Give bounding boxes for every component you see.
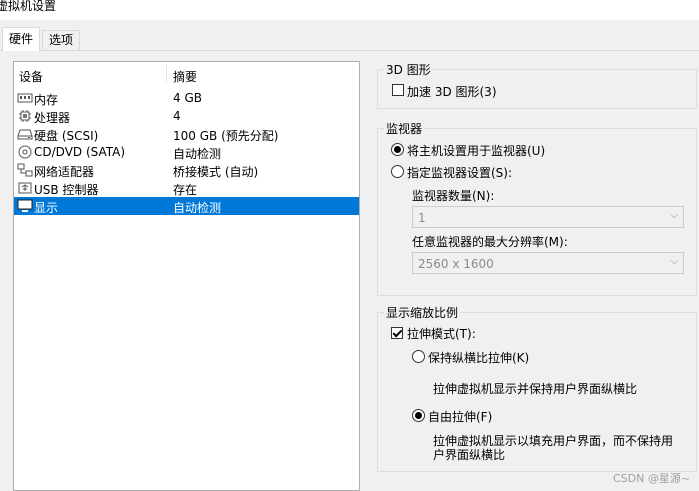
device-summary: 4 (173, 109, 181, 123)
free-stretch-description-line-2: 户界面纵横比 (433, 448, 506, 462)
device-summary: 4 GB (173, 91, 202, 105)
tab-hardware[interactable]: 硬件 (2, 27, 41, 51)
specify-monitor-settings-label[interactable]: 指定监视器设置(S): (407, 164, 512, 181)
cd-dvd-icon (17, 145, 33, 159)
device-summary: 自动检测 (173, 201, 222, 215)
group-title-monitors: 监视器 (386, 122, 423, 136)
column-separator[interactable] (166, 65, 167, 83)
use-host-settings-label[interactable]: 将主机设置用于监视器(U) (407, 142, 545, 159)
memory-icon (17, 91, 33, 105)
group-title-3d-graphics: 3D 图形 (386, 63, 431, 77)
group-title-display-scaling: 显示缩放比例 (386, 306, 459, 320)
device-name: 网络适配器 (34, 165, 95, 179)
title-bar: 虚拟机设置 (0, 0, 699, 20)
stretch-mode-label[interactable]: 拉伸模式(T): (407, 325, 476, 342)
monitor-count-label: 监视器数量(N): (412, 189, 495, 203)
specify-monitor-settings-radio[interactable] (391, 165, 404, 178)
usb-icon (17, 181, 33, 195)
tab-strip: 硬件 选项 (0, 20, 699, 51)
device-row-processor[interactable]: 处理器 4 (14, 107, 359, 125)
keep-aspect-stretch-radio[interactable] (412, 350, 425, 363)
device-summary: 自动检测 (173, 147, 222, 161)
device-name: 处理器 (34, 111, 71, 125)
column-header-summary[interactable]: 摘要 (173, 68, 197, 85)
device-row-hard-disk[interactable]: 硬盘 (SCSI) 100 GB (预先分配) (14, 125, 359, 143)
accelerate-3d-label[interactable]: 加速 3D 图形(3) (407, 83, 497, 100)
max-resolution-select[interactable]: 2560 x 1600 ⌵ (412, 252, 684, 274)
device-name: 显示 (34, 201, 59, 215)
device-list[interactable]: 设备 摘要 内存 4 GB 处理器 4 硬盘 (SCSI) 100 GB (预先… (13, 61, 360, 491)
use-host-settings-radio[interactable] (391, 143, 404, 156)
window-title: 虚拟机设置 (0, 0, 57, 13)
keep-aspect-description: 拉伸虚拟机显示并保持用户界面纵横比 (433, 382, 638, 396)
chevron-down-icon: ⌵ (670, 256, 678, 267)
device-list-header: 设备 摘要 (14, 62, 359, 86)
device-row-display[interactable]: 显示 自动检测 (14, 197, 359, 215)
chevron-down-icon: ⌵ (670, 210, 678, 221)
cpu-icon (17, 109, 33, 123)
device-row-usb-controller[interactable]: USB 控制器 存在 (14, 179, 359, 197)
free-stretch-radio[interactable] (412, 409, 425, 422)
device-row-cd-dvd[interactable]: CD/DVD (SATA) 自动检测 (14, 143, 359, 161)
max-resolution-label: 任意监视器的最大分辨率(M): (412, 235, 568, 249)
accelerate-3d-checkbox[interactable] (392, 84, 404, 96)
free-stretch-label[interactable]: 自由拉伸(F) (428, 408, 492, 425)
device-row-memory[interactable]: 内存 4 GB (14, 89, 359, 107)
column-header-device[interactable]: 设备 (19, 68, 43, 85)
max-resolution-value: 2560 x 1600 (418, 257, 494, 271)
device-summary: 100 GB (预先分配) (173, 129, 279, 143)
device-name: 内存 (34, 93, 59, 107)
tab-options[interactable]: 选项 (42, 30, 81, 51)
device-name: USB 控制器 (34, 183, 99, 197)
device-summary: 存在 (173, 183, 198, 197)
device-row-network-adapter[interactable]: 网络适配器 桥接模式 (自动) (14, 161, 359, 179)
device-name: 硬盘 (SCSI) (34, 129, 99, 143)
stretch-mode-checkbox[interactable] (391, 327, 403, 339)
watermark-text: CSDN @星源~ (613, 472, 691, 485)
display-icon (17, 199, 33, 213)
hard-disk-icon (17, 127, 33, 141)
monitor-count-value: 1 (418, 211, 426, 225)
device-name: CD/DVD (SATA) (34, 145, 126, 159)
device-summary: 桥接模式 (自动) (173, 165, 259, 179)
keep-aspect-stretch-label[interactable]: 保持纵横比拉伸(K) (428, 349, 529, 366)
network-adapter-icon (17, 163, 33, 177)
monitor-count-select[interactable]: 1 ⌵ (412, 206, 684, 228)
